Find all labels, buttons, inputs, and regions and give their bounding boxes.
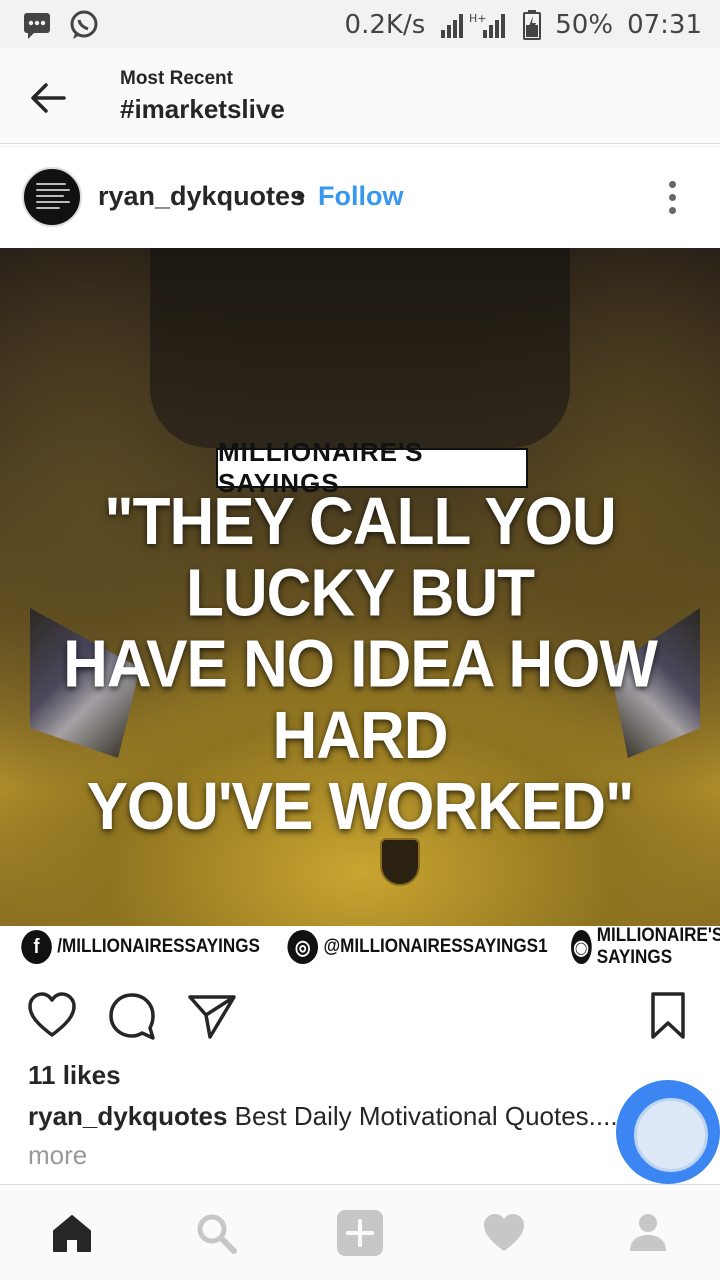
svg-text:H+: H+ — [469, 12, 487, 25]
more-link[interactable]: more — [28, 1140, 87, 1171]
instagram-icon: ◎ — [287, 930, 319, 964]
follow-button[interactable]: Follow — [318, 181, 403, 212]
social-label: /MILLIONAIRESSAYINGS — [57, 936, 260, 957]
send-icon — [188, 995, 236, 1039]
quote-line: HAVE NO IDEA HOW HARD — [63, 627, 658, 773]
share-button[interactable] — [186, 990, 238, 1042]
clock: 07:31 — [627, 10, 702, 40]
post-username[interactable]: ryan_dykquotes — [98, 181, 305, 212]
save-button[interactable] — [642, 990, 694, 1042]
bookmark-icon — [651, 992, 685, 1039]
more-options-icon[interactable] — [660, 177, 684, 217]
facebook-icon: f — [21, 930, 52, 964]
quote-line: "THEY CALL YOU LUCKY BUT — [104, 484, 617, 631]
search-icon — [197, 1214, 237, 1254]
social-item: ◎ @MILLIONAIRESSAYINGS1 — [287, 930, 548, 964]
social-label: @MILLIONAIRESSAYINGS1 — [323, 936, 548, 957]
add-icon — [337, 1210, 383, 1256]
separator-dot: • — [296, 181, 306, 211]
brand-logo: MILLIONAIRE'S SAYINGS — [216, 437, 528, 498]
status-bar: 0.2K/s H+ 50% 07:31 — [0, 0, 720, 48]
caption-username[interactable]: ryan_dykquotes — [28, 1101, 227, 1131]
signal-icon: H+ — [441, 12, 506, 38]
nav-profile[interactable] — [622, 1207, 674, 1259]
bottom-nav — [0, 1184, 720, 1280]
caption-text: Best Daily Motivational Quotes.... — [227, 1101, 618, 1131]
header-subtitle: Most Recent — [120, 68, 233, 89]
back-button[interactable] — [24, 74, 72, 122]
floating-assist-button[interactable] — [616, 1080, 720, 1184]
nav-search[interactable] — [190, 1207, 242, 1259]
arrow-left-icon — [31, 83, 66, 113]
page-title: #imarketslive — [120, 94, 285, 124]
post-image[interactable]: MILLIONAIRE'S SAYINGS "THEY CALL YOU LUC… — [0, 248, 720, 926]
avatar[interactable] — [22, 167, 82, 227]
quote-line: YOU'VE WORKED" — [86, 769, 635, 845]
home-icon — [53, 1215, 91, 1252]
top-bar: Most Recent #imarketslive — [0, 48, 720, 144]
nav-activity[interactable] — [478, 1207, 530, 1259]
message-icon — [24, 13, 50, 39]
car-emblem — [380, 838, 420, 886]
network-speed: 0.2K/s — [344, 10, 426, 40]
heart-icon — [484, 1214, 524, 1251]
nav-home[interactable] — [46, 1207, 98, 1259]
car-windshield — [150, 248, 570, 448]
social-label: MILLIONAIRE'S SAYINGS — [596, 925, 720, 968]
social-item: f /MILLIONAIRESSAYINGS — [21, 930, 260, 964]
social-item: ◉ MILLIONAIRE'S SAYINGS — [571, 925, 720, 969]
like-button[interactable] — [26, 990, 78, 1042]
comment-icon — [109, 993, 155, 1040]
heart-icon — [28, 992, 76, 1037]
post-header: ryan_dykquotes • Follow — [0, 146, 720, 248]
profile-icon — [630, 1214, 666, 1251]
caption: ryan_dykquotes Best Daily Motivational Q… — [28, 1101, 648, 1132]
whatsapp-icon — [70, 10, 98, 39]
comment-button[interactable] — [106, 990, 158, 1042]
nav-add[interactable] — [334, 1207, 386, 1259]
quote-text: "THEY CALL YOU LUCKY BUT HAVE NO IDEA HO… — [10, 484, 710, 845]
battery-icon — [523, 10, 542, 40]
post-actions — [0, 972, 720, 1062]
battery-percent: 50% — [555, 10, 614, 40]
app-screen: 0.2K/s H+ 50% 07:31 Most Recent #imarket… — [0, 0, 720, 1280]
android-icon: ◉ — [571, 930, 592, 964]
like-count[interactable]: 11 likes — [28, 1060, 121, 1091]
social-strip: f /MILLIONAIRESSAYINGS ◎ @MILLIONAIRESSA… — [0, 925, 720, 969]
